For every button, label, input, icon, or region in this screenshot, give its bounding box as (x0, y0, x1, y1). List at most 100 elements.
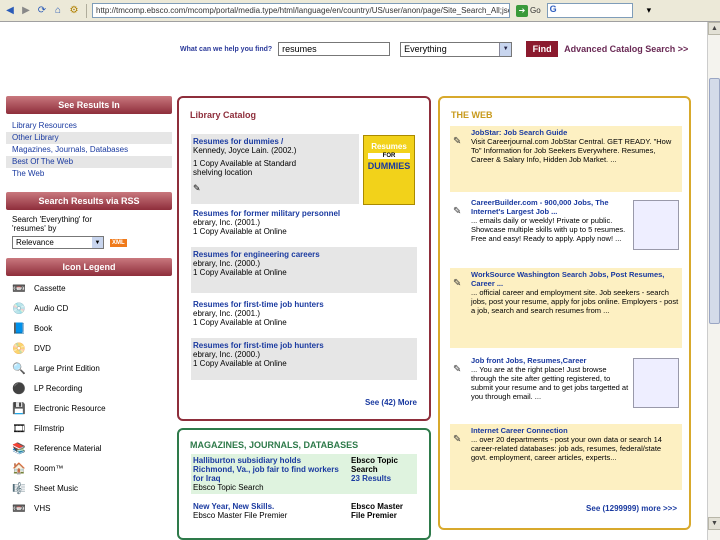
web-result-thumbnail[interactable] (633, 358, 679, 408)
web-result: ✎ CareerBuilder.com - 900,000 Jobs, The … (450, 196, 682, 262)
legend-label: Room™ (34, 463, 64, 473)
web-link-icon[interactable]: ✎ (453, 426, 467, 488)
forward-icon[interactable]: ▶ (19, 4, 33, 18)
web-link-icon[interactable]: ✎ (453, 198, 467, 260)
catalog-item-title[interactable]: Resumes for engineering careers (193, 250, 415, 259)
web-result-desc: ... over 20 departments - post your own … (471, 435, 662, 462)
results-link-magazines[interactable]: Magazines, Journals, Databases (6, 144, 172, 156)
scope-select[interactable]: Everything ▼ (400, 41, 513, 57)
catalog-item-author: ebrary, Inc. (2001.) (193, 218, 260, 227)
web-link-icon[interactable]: ✎ (453, 356, 467, 418)
legend-item: 📀 DVD (6, 338, 172, 358)
rss-line1: Search 'Everything' for (12, 215, 92, 224)
legend-item: ⚫ LP Recording (6, 378, 172, 398)
web-result-title[interactable]: CareerBuilder.com - 900,000 Jobs, The In… (471, 198, 629, 216)
catalog-see-more-link[interactable]: See (42) More (365, 398, 417, 407)
catalog-item-author: ebrary, Inc. (2000.) (193, 350, 260, 359)
catalog-item: Resumes for engineering careers ebrary, … (191, 247, 417, 293)
vertical-scrollbar[interactable]: ▲ ▼ (707, 22, 720, 540)
magazine-result: Halliburton subsidiary holds Richmond, V… (191, 454, 417, 494)
catalog-item-title[interactable]: Resumes for dummies / (193, 137, 357, 146)
book-icon: 📘 (12, 322, 26, 335)
edit-icon[interactable]: ✎ (193, 183, 357, 194)
icon-legend-heading: Icon Legend (6, 258, 172, 276)
catalog-item-title[interactable]: Resumes for first-time job hunters (193, 300, 415, 309)
magazine-result-db[interactable]: Ebsco Master File Premier (351, 502, 415, 520)
toolbar-right-icons: ▾ (647, 5, 652, 16)
rss-sort-value: Relevance (16, 238, 54, 247)
go-button[interactable]: ➔ Go (516, 4, 541, 17)
refresh-icon[interactable]: ⟳ (35, 4, 49, 18)
results-link-best-web[interactable]: Best Of The Web (6, 156, 172, 168)
home-icon[interactable]: ⌂ (51, 4, 65, 18)
legend-label: Book (34, 323, 53, 333)
cover-line3: DUMMIES (367, 161, 411, 171)
catalog-item-availability: 1 Copy Available at Online (193, 359, 287, 368)
audio-cd-icon: 💿 (12, 302, 26, 315)
xml-feed-button[interactable]: XML (110, 238, 127, 247)
db-line2: Search (351, 465, 378, 474)
search-input[interactable] (278, 42, 391, 56)
web-result-text: CareerBuilder.com - 900,000 Jobs, The In… (471, 198, 629, 260)
catalog-item-author: ebrary, Inc. (2001.) (193, 309, 260, 318)
scroll-thumb[interactable] (709, 78, 720, 324)
catalog-item: Resumes for former military personnel eb… (191, 206, 417, 239)
web-result-text: JobStar: Job Search Guide Visit Careerjo… (471, 128, 679, 190)
web-result-title[interactable]: Internet Career Connection (471, 426, 679, 435)
results-link-other-library[interactable]: Other Library (6, 132, 172, 144)
web-result: ✎ Job front Jobs, Resumes,Career ... You… (450, 354, 682, 420)
catalog-item-title[interactable]: Resumes for first-time job hunters (193, 341, 415, 350)
chevron-down-icon: ▼ (92, 237, 103, 248)
legend-label: Large Print Edition (34, 363, 100, 373)
legend-item: 📘 Book (6, 318, 172, 338)
chevron-down-icon: ▼ (499, 42, 512, 56)
web-result-desc: ... official career and employment site.… (471, 288, 679, 315)
web-result-text: Job front Jobs, Resumes,Career ... You a… (471, 356, 629, 418)
legend-item: 💾 Electronic Resource (6, 398, 172, 418)
address-bar[interactable]: http://tmcomp.ebsco.com/mcomp/portal/med… (92, 3, 510, 18)
scroll-up-button[interactable]: ▲ (708, 22, 720, 35)
resumes-for-dummies-cover[interactable]: Resumes FOR DUMMIES (363, 135, 415, 205)
catalog-item-availability: 1 Copy Available at Online (193, 227, 287, 236)
legend-label: Audio CD (34, 303, 69, 313)
vhs-icon: 📼 (12, 502, 26, 515)
results-link-library[interactable]: Library Resources (6, 120, 172, 132)
security-icon[interactable]: ⚙ (67, 4, 81, 18)
catalog-item-availability: 1 Copy Available at Online (193, 268, 287, 277)
toolbar-search-input[interactable]: G (546, 3, 633, 18)
legend-label: Filmstrip (34, 423, 65, 433)
results-link-web[interactable]: The Web (6, 168, 172, 180)
back-icon[interactable]: ◀ (3, 4, 17, 18)
web-link-icon[interactable]: ✎ (453, 270, 467, 346)
web-result-thumbnail[interactable] (633, 200, 679, 250)
rss-line2: 'resumes' by (12, 224, 57, 233)
catalog-item-availability: 1 Copy Available at Standard shelving lo… (193, 159, 297, 177)
cover-line2: FOR (368, 153, 410, 159)
legend-label: Cassette (34, 283, 66, 293)
sheet-music-icon: 🎼 (12, 482, 26, 495)
web-result-title[interactable]: Job front Jobs, Resumes,Career (471, 356, 629, 365)
web-result: ✎ JobStar: Job Search Guide Visit Career… (450, 126, 682, 192)
web-link-icon[interactable]: ✎ (453, 128, 467, 190)
magazine-result-title[interactable]: New Year, New Skills. (193, 502, 343, 511)
library-catalog-title: Library Catalog (190, 110, 257, 120)
legend-item: 🏠 Room™ (6, 458, 172, 478)
rss-controls: Relevance ▼ XML (12, 236, 166, 249)
db-line1: Ebsco Topic (351, 456, 398, 465)
dropdown-icon[interactable]: ▾ (647, 5, 652, 16)
scroll-down-button[interactable]: ▼ (708, 517, 720, 530)
catalog-item-title[interactable]: Resumes for former military personnel (193, 209, 415, 218)
web-results-panel: THE WEB ✎ JobStar: Job Search Guide Visi… (438, 96, 691, 530)
go-label: Go (530, 6, 541, 15)
rss-sort-select[interactable]: Relevance ▼ (12, 236, 104, 249)
legend-label: Electronic Resource (34, 403, 106, 413)
advanced-search-link[interactable]: Advanced Catalog Search >> (564, 44, 688, 54)
magazine-result-db[interactable]: Ebsco Topic Search 23 Results (351, 456, 415, 492)
find-button[interactable]: Find (526, 41, 559, 57)
catalog-item-author: Kennedy, Joyce Lain. (2002.) (193, 146, 297, 155)
magazine-result-title[interactable]: Halliburton subsidiary holds Richmond, V… (193, 456, 343, 483)
db-count: 23 Results (351, 474, 392, 483)
web-result-title[interactable]: JobStar: Job Search Guide (471, 128, 679, 137)
web-see-more-link[interactable]: See (1299999) more >>> (586, 504, 677, 513)
web-result-title[interactable]: WorkSource Washington Search Jobs, Post … (471, 270, 679, 288)
